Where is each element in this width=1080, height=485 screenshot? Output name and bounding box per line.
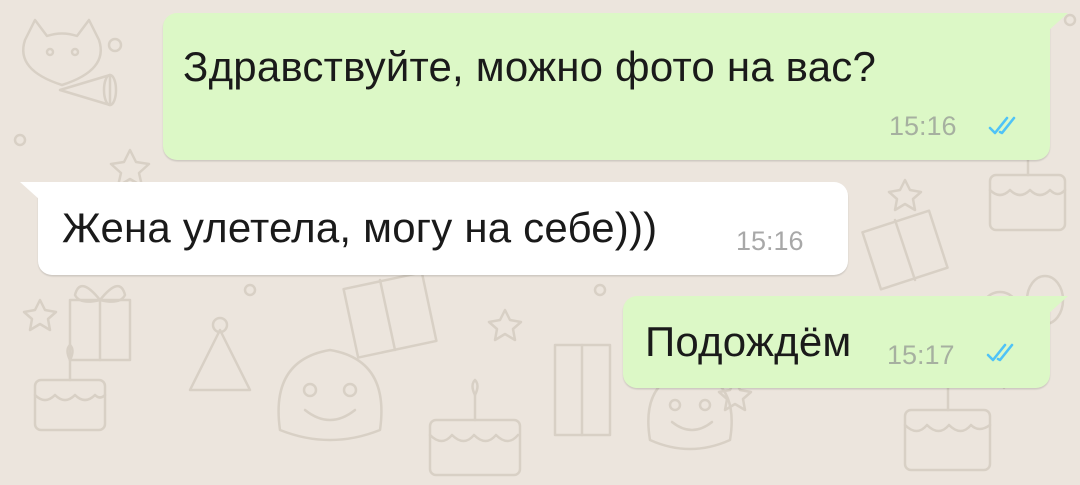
smiley-doodle: [277, 348, 383, 442]
cake-doodle: [903, 383, 992, 472]
double-check-read-icon: [988, 116, 1016, 135]
message-text: Подождём: [645, 318, 852, 365]
star-doodle: [22, 298, 58, 332]
message-time: 15:17: [887, 340, 955, 370]
gift-doodle: [861, 209, 949, 291]
bubble-tail: [1048, 13, 1068, 31]
star-doodle: [109, 148, 151, 188]
gift-doodle: [553, 343, 612, 437]
message-time: 15:16: [736, 226, 804, 256]
message-text: Здравствуйте, можно фото на вас?: [183, 43, 877, 90]
dot-doodle: [13, 133, 27, 147]
gift-doodle: [68, 285, 132, 362]
cake-doodle: [428, 378, 522, 477]
cat-doodle: [22, 18, 102, 87]
star-doodle: [487, 308, 523, 342]
party-horn-doodle: [58, 73, 118, 107]
dot-doodle: [593, 283, 607, 297]
star-doodle: [887, 178, 923, 212]
dot-doodle: [243, 283, 257, 297]
dot-doodle: [107, 37, 123, 53]
outgoing-message-bubble[interactable]: Здравствуйте, можно фото на вас? 15:16: [163, 13, 1050, 160]
cake-doodle: [988, 153, 1067, 232]
outgoing-message-bubble[interactable]: Подождём 15:17: [623, 296, 1050, 388]
message-time: 15:16: [889, 111, 957, 141]
party-hat-doodle: [188, 316, 252, 392]
double-check-read-icon: [986, 343, 1014, 362]
bubble-tail: [1048, 296, 1068, 314]
incoming-message-bubble[interactable]: Жена улетела, могу на себе))) 15:16: [38, 182, 848, 275]
gift-doodle: [342, 271, 438, 359]
bubble-tail: [20, 182, 40, 200]
message-text: Жена улетела, могу на себе))): [62, 204, 658, 251]
